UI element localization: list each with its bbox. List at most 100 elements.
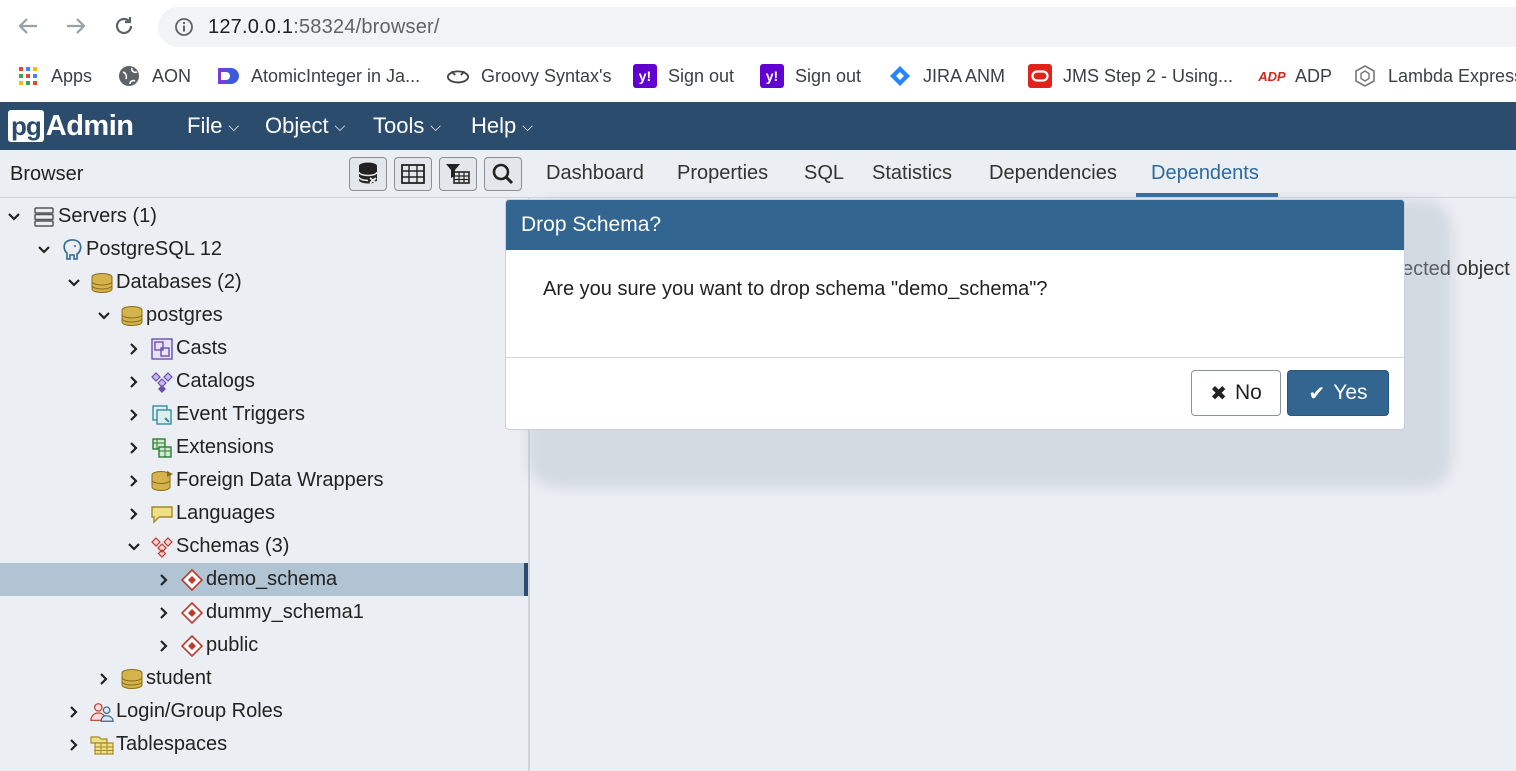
tree-item-tablespaces[interactable]: Tablespaces: [0, 728, 528, 761]
object-explorer-button[interactable]: [349, 157, 387, 191]
tree-item-extensions[interactable]: Extensions: [0, 431, 528, 464]
tree-item-casts[interactable]: Casts: [0, 332, 528, 365]
yes-button[interactable]: ✔ Yes: [1287, 370, 1389, 416]
bookmark-aon[interactable]: AON: [117, 62, 191, 90]
no-button[interactable]: ✖ No: [1191, 370, 1281, 416]
tree-item-dummy-schema1[interactable]: dummy_schema1: [0, 596, 528, 629]
tab-dependencies[interactable]: Dependencies: [989, 162, 1117, 185]
browser-panel: Browser Servers (1) PostgreSQL 12 Databa…: [0, 150, 530, 771]
tree-item-foreign-data-wrappers[interactable]: Foreign Data Wrappers: [0, 464, 528, 497]
tree-item-label: Extensions: [176, 436, 274, 458]
chevron-right-icon[interactable]: [126, 440, 142, 456]
back-button[interactable]: [12, 10, 44, 42]
chevron-down-icon[interactable]: [6, 209, 22, 225]
filtered-rows-button[interactable]: [439, 157, 477, 191]
chevron-right-icon[interactable]: [96, 671, 112, 687]
menu-label: Tools: [373, 113, 425, 138]
chevron-right-icon[interactable]: [126, 374, 142, 390]
chevron-right-icon[interactable]: [66, 704, 82, 720]
chevron-down-icon: ⌵: [228, 117, 240, 134]
bookmark-signout-2[interactable]: y! Sign out: [760, 62, 861, 90]
bookmark-jira[interactable]: JIRA ANM: [888, 62, 1005, 90]
bookmark-label: AON: [152, 65, 192, 86]
tab-sql[interactable]: SQL: [804, 162, 844, 185]
tree-item-login-group-roles[interactable]: Login/Group Roles: [0, 695, 528, 728]
tablespaces-icon: [90, 733, 114, 757]
chevron-right-icon[interactable]: [156, 572, 172, 588]
tree-item-catalogs[interactable]: Catalogs: [0, 365, 528, 398]
chevron-right-icon[interactable]: [126, 473, 142, 489]
chevron-down-icon: ⌵: [430, 117, 441, 134]
tree-item-servers[interactable]: Servers (1): [0, 200, 528, 233]
address-bar[interactable]: 127.0.0.1:58324/browser/: [158, 7, 1516, 47]
chevron-down-icon[interactable]: [126, 539, 142, 555]
databases-icon: [90, 271, 114, 295]
chevron-right-icon[interactable]: [156, 638, 172, 654]
schema-icon: [180, 568, 204, 592]
pgadmin-header: pg Admin File ⌵ Object ⌵ Tools ⌵ Help ⌵: [0, 102, 1516, 150]
bookmark-label: JIRA ANM: [923, 65, 1006, 86]
tree-item-postgres[interactable]: postgres: [0, 299, 528, 332]
bookmark-signout-1[interactable]: y! Sign out: [633, 62, 734, 90]
roles-icon: [90, 700, 114, 724]
tab-statistics[interactable]: Statistics: [872, 162, 952, 185]
chevron-down-icon[interactable]: [66, 275, 82, 291]
chevron-down-icon: ⌵: [334, 117, 346, 134]
tree-item-languages[interactable]: Languages: [0, 497, 528, 530]
menu-help[interactable]: Help ⌵: [471, 113, 533, 139]
dialog-message: Are you sure you want to drop schema "de…: [506, 250, 1404, 358]
browser-panel-header: Browser: [0, 150, 530, 198]
chevron-right-icon[interactable]: [126, 341, 142, 357]
browser-panel-title: Browser: [10, 163, 84, 185]
tab-properties[interactable]: Properties: [677, 162, 768, 185]
view-data-button[interactable]: [394, 157, 432, 191]
tree-item-public[interactable]: public: [0, 629, 528, 662]
jira-icon: [888, 64, 912, 88]
dialog-footer: ✖ No ✔ Yes: [506, 358, 1404, 429]
bookmark-label: Apps: [51, 65, 93, 86]
bookmark-label: AtomicInteger in Ja...: [251, 65, 421, 86]
oracle-icon: [1028, 64, 1052, 88]
yahoo-icon: y!: [633, 64, 657, 88]
tree-item-label: Databases (2): [116, 271, 242, 293]
menu-object[interactable]: Object ⌵: [265, 113, 345, 139]
search-icon: [492, 163, 514, 185]
bookmark-jms[interactable]: JMS Step 2 - Using...: [1028, 62, 1233, 90]
chevron-right-icon[interactable]: [126, 407, 142, 423]
bookmark-apps[interactable]: Apps: [16, 62, 92, 90]
tree-item-postgresql-12[interactable]: PostgreSQL 12: [0, 233, 528, 266]
servers-icon: [32, 205, 56, 229]
bookmarks-bar: Apps AON AtomicInteger in Ja... Groovy S…: [0, 54, 1516, 98]
menu-tools[interactable]: Tools ⌵: [373, 113, 441, 139]
tab-dependents[interactable]: Dependents: [1151, 162, 1259, 185]
adp-icon: ADP: [1258, 68, 1286, 84]
search-objects-button[interactable]: [484, 157, 522, 191]
bookmark-groovy[interactable]: Groovy Syntax's: [446, 62, 611, 90]
tree-item-event-triggers[interactable]: Event Triggers: [0, 398, 528, 431]
chevron-right-icon[interactable]: [156, 605, 172, 621]
tree-item-demo-schema[interactable]: demo_schema: [0, 563, 528, 596]
tree-item-schemas[interactable]: Schemas (3): [0, 530, 528, 563]
tree-item-label: Servers (1): [58, 205, 157, 227]
bookmark-lambda[interactable]: Lambda Express: [1353, 62, 1516, 90]
menu-file[interactable]: File ⌵: [187, 113, 239, 139]
chevron-down-icon[interactable]: [96, 308, 112, 324]
bookmark-adp[interactable]: ADP ADP: [1258, 62, 1332, 90]
info-icon[interactable]: [174, 17, 194, 37]
globe-icon: [117, 64, 141, 88]
forward-button[interactable]: [60, 10, 92, 42]
pgadmin-logo: pg Admin: [8, 109, 134, 143]
reload-button[interactable]: [108, 10, 140, 42]
chevron-right-icon[interactable]: [66, 737, 82, 753]
chevron-right-icon[interactable]: [126, 506, 142, 522]
logo-pg: pg: [8, 110, 44, 142]
schema-icon: [180, 601, 204, 625]
yes-button-label: Yes: [1333, 381, 1368, 404]
tree-item-label: Event Triggers: [176, 403, 305, 425]
tab-dashboard[interactable]: Dashboard: [546, 162, 644, 185]
tree-item-student[interactable]: student: [0, 662, 528, 695]
chevron-down-icon[interactable]: [36, 242, 52, 258]
bookmark-atomicinteger[interactable]: AtomicInteger in Ja...: [216, 62, 420, 90]
bookmark-label: Groovy Syntax's: [481, 65, 612, 86]
tree-item-databases[interactable]: Databases (2): [0, 266, 528, 299]
